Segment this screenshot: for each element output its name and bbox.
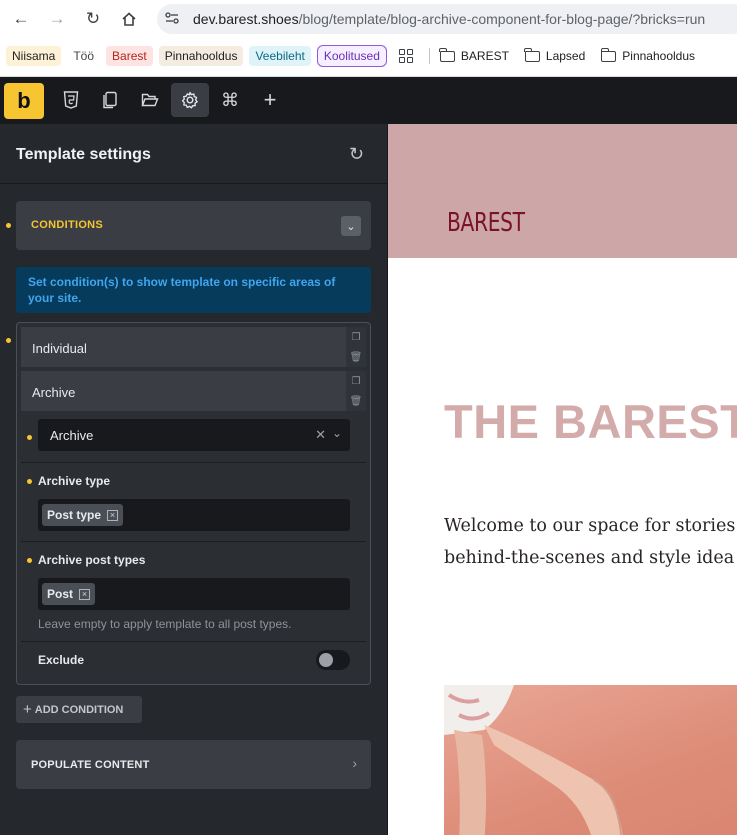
template-settings-panel: Template settings ↻ CONDITIONS ⌄ Set con…	[0, 124, 388, 835]
post-types-help-text: Leave empty to apply template to all pos…	[38, 617, 292, 631]
add-condition-label: ADD CONDITION	[34, 703, 124, 716]
add-condition-button[interactable]: + ADD CONDITION	[16, 696, 142, 723]
plus-icon[interactable]: +	[251, 83, 289, 117]
builder-toolbar: b ⌘ +	[0, 77, 737, 124]
chevron-down-icon[interactable]: ⌄	[332, 426, 342, 440]
condition-actions: ❐ 🗑	[346, 327, 366, 367]
home-icon[interactable]	[116, 6, 142, 32]
address-bar[interactable]: dev.barest.shoes/blog/template/blog-arch…	[157, 4, 737, 34]
archive-post-types-input[interactable]: Post ×	[38, 578, 350, 610]
bookmark-niisama[interactable]: Niisama	[6, 46, 62, 66]
post-type-tag: Post ×	[42, 583, 96, 605]
condition-label: Archive	[32, 385, 76, 400]
folder-open-icon[interactable]	[131, 83, 169, 117]
forward-arrow-icon[interactable]: →	[44, 6, 70, 32]
duplicate-icon[interactable]: ❐	[346, 327, 366, 347]
archive-condition-select[interactable]: Archive ✕ ⌄	[38, 419, 350, 451]
bricks-logo-button[interactable]: b	[4, 83, 44, 119]
archive-type-label: Archive type	[38, 474, 111, 488]
site-logo[interactable]: BAREST	[447, 208, 525, 238]
select-indicator-dot	[27, 435, 32, 440]
clear-icon[interactable]: ✕	[315, 427, 326, 443]
css3-icon[interactable]	[52, 83, 90, 117]
condition-archive[interactable]: Archive	[21, 371, 346, 411]
refresh-icon[interactable]: ↻	[349, 144, 364, 165]
intro-line: behind-the-scenes and style idea	[444, 548, 735, 568]
tag-label: Post	[47, 587, 74, 601]
chevron-down-icon[interactable]: ⌄	[341, 216, 361, 236]
plus-icon: +	[23, 701, 32, 718]
archive-type-input[interactable]: Post type ×	[38, 499, 350, 531]
bookmarks-bar: Niisama Töö Barest Pinnahooldus Veebileh…	[0, 42, 737, 70]
site-header: BAREST	[388, 124, 737, 258]
select-value: Archive	[50, 428, 94, 443]
bookmark-pinnahooldus[interactable]: Pinnahooldus	[158, 46, 244, 66]
remove-tag-icon[interactable]: ×	[79, 588, 91, 600]
folder-label: Lapsed	[545, 49, 586, 63]
chevron-right-icon[interactable]: ›	[352, 755, 357, 771]
browser-nav-row: ← → ↻ dev.barest.shoes/blog/template/blo…	[0, 0, 737, 38]
populate-content-label: POPULATE CONTENT	[31, 759, 150, 771]
settings-gear-icon[interactable]	[171, 83, 209, 117]
hero-title: THE BAREST	[444, 395, 737, 448]
command-icon[interactable]: ⌘	[211, 83, 249, 117]
bookmark-koolitused[interactable]: Koolitused	[316, 45, 387, 67]
conditions-info-message: Set condition(s) to show template on spe…	[16, 267, 371, 313]
bookmark-veebileht[interactable]: Veebileht	[249, 46, 311, 66]
archive-post-types-label: Archive post types	[38, 553, 146, 567]
folder-icon	[600, 47, 617, 62]
divider	[21, 541, 366, 542]
url-text: dev.barest.shoes/blog/template/blog-arch…	[193, 11, 705, 27]
tag-label: Post type	[47, 508, 102, 522]
model-legs-illustration	[444, 685, 623, 835]
exclude-toggle[interactable]	[316, 650, 350, 670]
archive-type-tag: Post type ×	[42, 504, 124, 526]
populate-content-section-header[interactable]: POPULATE CONTENT ›	[16, 740, 371, 789]
post-types-indicator-dot	[27, 558, 32, 563]
panel-header: Template settings ↻	[0, 124, 388, 184]
url-path: /blog/template/blog-archive-component-fo…	[298, 11, 706, 27]
folder-icon	[439, 47, 455, 62]
intro-text: Welcome to our space for stories behind-…	[444, 510, 737, 574]
bookmark-folder-barest[interactable]: BAREST	[439, 47, 509, 63]
folder-label: Pinnahooldus	[622, 49, 696, 63]
reload-icon[interactable]: ↻	[80, 6, 106, 32]
duplicate-icon[interactable]: ❐	[346, 371, 366, 391]
archive-type-indicator-dot	[27, 479, 32, 484]
condition-list-indicator-dot	[6, 338, 11, 343]
divider	[21, 641, 366, 642]
exclude-label: Exclude	[38, 653, 85, 667]
trash-icon[interactable]: 🗑	[346, 347, 366, 367]
conditions-label: CONDITIONS	[31, 219, 104, 231]
conditions-section-header[interactable]: CONDITIONS ⌄	[16, 201, 371, 250]
toggle-knob	[319, 653, 333, 667]
conditions-list: Individual ❐ 🗑 Archive ❐ 🗑 Archive ✕ ⌄ A…	[16, 322, 371, 685]
remove-tag-icon[interactable]: ×	[107, 509, 119, 521]
pages-icon[interactable]	[91, 83, 129, 117]
condition-actions: ❐ 🗑	[346, 371, 366, 411]
hero-image	[444, 685, 737, 835]
trash-icon[interactable]: 🗑	[346, 391, 366, 411]
apps-grid-icon[interactable]	[398, 49, 413, 63]
bookmark-folder-lapsed[interactable]: Lapsed	[524, 47, 586, 63]
intro-line: Welcome to our space for stories	[444, 516, 736, 536]
folder-icon	[524, 47, 540, 62]
bookmarks-separator	[428, 48, 430, 64]
browser-chrome: ← → ↻ dev.barest.shoes/blog/template/blo…	[0, 0, 737, 77]
divider	[21, 462, 366, 463]
folder-label: BAREST	[460, 49, 509, 63]
panel-title: Template settings	[16, 146, 151, 163]
condition-individual[interactable]: Individual	[21, 327, 346, 367]
back-arrow-icon[interactable]: ←	[8, 6, 34, 32]
bookmark-folder-pinnahooldus[interactable]: Pinnahooldus	[600, 47, 696, 63]
condition-label: Individual	[32, 341, 87, 356]
conditions-indicator-dot	[6, 223, 11, 228]
page-preview-canvas[interactable]: BAREST THE BAREST Welcome to our space f…	[388, 124, 737, 835]
url-domain: dev.barest.shoes	[193, 11, 299, 27]
bookmark-barest[interactable]: Barest	[106, 46, 153, 66]
bookmark-too[interactable]: Töö	[67, 46, 100, 66]
site-info-icon[interactable]	[165, 11, 183, 27]
